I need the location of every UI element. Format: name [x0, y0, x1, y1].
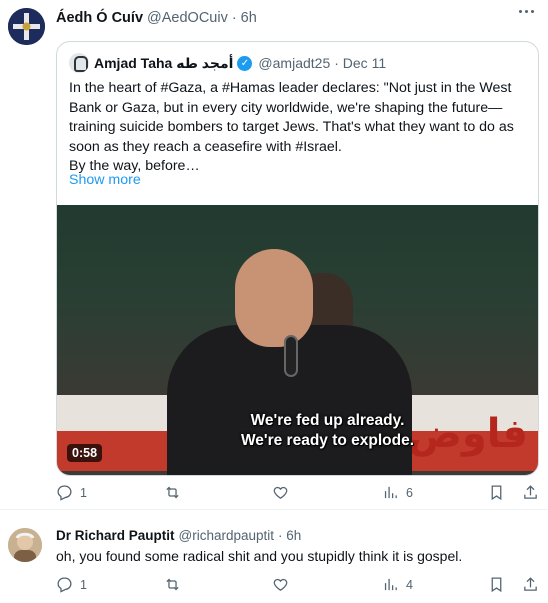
subtitle-line-1: We're fed up already.: [250, 412, 405, 429]
avatar[interactable]: [8, 528, 42, 562]
tweet-actions: 1 4: [56, 576, 537, 596]
heart-icon: [273, 578, 288, 591]
share-icon: [524, 577, 537, 591]
tweet-header: Dr Richard Pauptit @richardpauptit · 6h: [56, 528, 301, 543]
timestamp[interactable]: · 6h: [278, 528, 301, 543]
bookmark-button[interactable]: [488, 484, 505, 501]
views-count: 6: [406, 485, 413, 500]
quote-text: In the heart of #Gaza, a #Hamas leader d…: [69, 79, 529, 177]
views-button[interactable]: 4: [382, 576, 413, 593]
video-duration: 0:58: [67, 444, 103, 462]
video-subtitles: We're fed up already. We're ready to exp…: [57, 411, 538, 451]
quote-author-name: Amjad Taha أمجد طه: [94, 54, 234, 71]
views-icon: [384, 578, 397, 591]
quote-timestamp: · Dec 11: [334, 55, 387, 71]
avatar[interactable]: [8, 8, 45, 45]
reply-count: 1: [80, 485, 87, 500]
views-icon: [384, 486, 397, 499]
more-horizontal-icon[interactable]: [519, 10, 534, 13]
tweet-text: oh, you found some radical shit and you …: [56, 548, 463, 564]
quoted-tweet[interactable]: Amjad Taha أمجد طه ✓ @amjadt25 · Dec 11 …: [56, 41, 539, 476]
author-name[interactable]: Áedh Ó Cuív: [56, 10, 143, 26]
share-button[interactable]: [522, 484, 539, 501]
avatar-photo-icon: [8, 528, 42, 562]
bookmark-icon: [491, 485, 502, 501]
subtitle-line-2: We're ready to explode.: [240, 432, 415, 449]
verified-badge-icon: ✓: [237, 55, 253, 71]
retweet-button[interactable]: [164, 576, 188, 593]
retweet-icon: [166, 578, 179, 591]
tweet-actions: 1 6: [56, 484, 537, 504]
heart-icon: [273, 486, 288, 499]
microphone-icon: [284, 335, 298, 377]
author-handle[interactable]: @AedOCuiv: [147, 10, 228, 26]
reply-icon: [57, 577, 72, 593]
quote-body: In the heart of #Gaza, a #Hamas leader d…: [69, 80, 514, 174]
views-count: 4: [406, 577, 413, 592]
author-name[interactable]: Dr Richard Pauptit: [56, 528, 175, 543]
reply-count: 1: [80, 577, 87, 592]
timestamp[interactable]: · 6h: [232, 10, 257, 26]
video-player[interactable]: فاوض ات We're fed up already. We're read…: [57, 205, 538, 475]
quote-header: Amjad Taha أمجد طه ✓ @amjadt25 · Dec 11: [69, 53, 386, 73]
like-button[interactable]: [272, 576, 296, 593]
avatar-flag-icon: [8, 8, 45, 45]
bookmark-icon: [491, 577, 502, 593]
retweet-button[interactable]: [164, 484, 188, 501]
share-icon: [524, 485, 537, 499]
author-handle[interactable]: @richardpauptit: [179, 528, 275, 543]
reply-button[interactable]: 1: [56, 576, 87, 593]
share-button[interactable]: [522, 576, 539, 593]
tweet-header: Áedh Ó Cuív @AedOCuiv · 6h: [56, 10, 257, 26]
speaker-head: [235, 249, 313, 347]
quote-avatar: [69, 53, 89, 73]
bookmark-button[interactable]: [488, 576, 505, 593]
views-button[interactable]: 6: [382, 484, 413, 501]
reply-button[interactable]: 1: [56, 484, 87, 501]
quote-author-handle: @amjadt25: [258, 55, 331, 71]
retweet-icon: [166, 486, 179, 499]
show-more-link[interactable]: Show more: [69, 172, 141, 188]
tweet[interactable]: Áedh Ó Cuív @AedOCuiv · 6h Amjad Taha أم…: [0, 0, 548, 510]
like-button[interactable]: [272, 484, 296, 501]
reply-icon: [57, 485, 72, 501]
